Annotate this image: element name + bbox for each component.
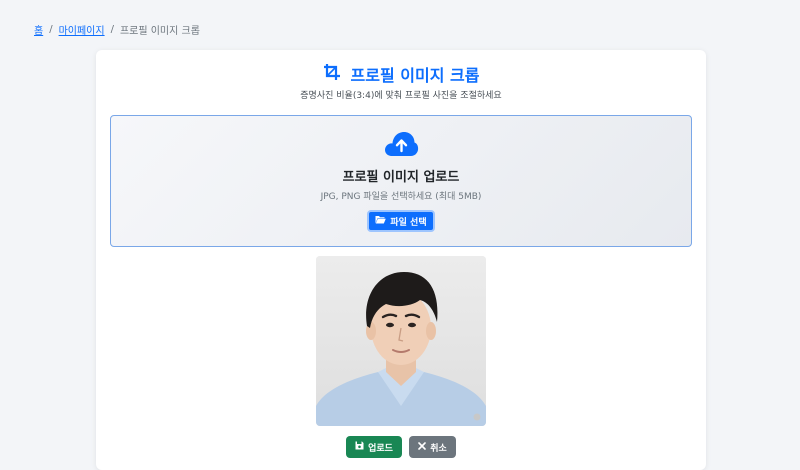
profile-photo-preview (316, 256, 486, 426)
crop-icon (323, 63, 341, 85)
upload-button[interactable]: 업로드 (346, 436, 402, 458)
page-subtitle: 증명사진 비율(3:4)에 맞춰 프로필 사진을 조절하세요 (300, 91, 502, 101)
upload-title: 프로필 이미지 업로드 (342, 170, 460, 185)
page-title: 프로필 이미지 크롭 (96, 62, 706, 86)
page-title-text: 프로필 이미지 크롭 (350, 66, 480, 85)
crop-card: 프로필 이미지 크롭 증명사진 비율(3:4)에 맞춰 프로필 사진을 조절하세… (96, 50, 706, 470)
file-select-label: 파일 선택 (390, 217, 427, 228)
upload-button-label: 업로드 (368, 443, 393, 454)
breadcrumb-current: 프로필 이미지 크롭 (119, 26, 200, 37)
breadcrumb-home-link[interactable]: 홈 (34, 22, 43, 37)
cancel-button[interactable]: 취소 (409, 436, 456, 458)
breadcrumb-separator: / (49, 24, 53, 35)
upload-dropzone[interactable]: 프로필 이미지 업로드 JPG, PNG 파일을 선택하세요 (최대 5MB) … (110, 115, 692, 247)
breadcrumb-separator: / (110, 24, 114, 35)
cloud-upload-icon (383, 130, 419, 162)
close-icon (418, 441, 427, 453)
upload-hint: JPG, PNG 파일을 선택하세요 (최대 5MB) (320, 192, 482, 202)
file-select-button[interactable]: 파일 선택 (367, 210, 435, 232)
cancel-button-label: 취소 (430, 443, 447, 454)
save-icon (355, 441, 364, 453)
folder-open-icon (375, 215, 387, 227)
breadcrumb: 홈 / 마이페이지 / 프로필 이미지 크롭 (34, 22, 200, 37)
breadcrumb-mypage-link[interactable]: 마이페이지 (59, 22, 105, 37)
